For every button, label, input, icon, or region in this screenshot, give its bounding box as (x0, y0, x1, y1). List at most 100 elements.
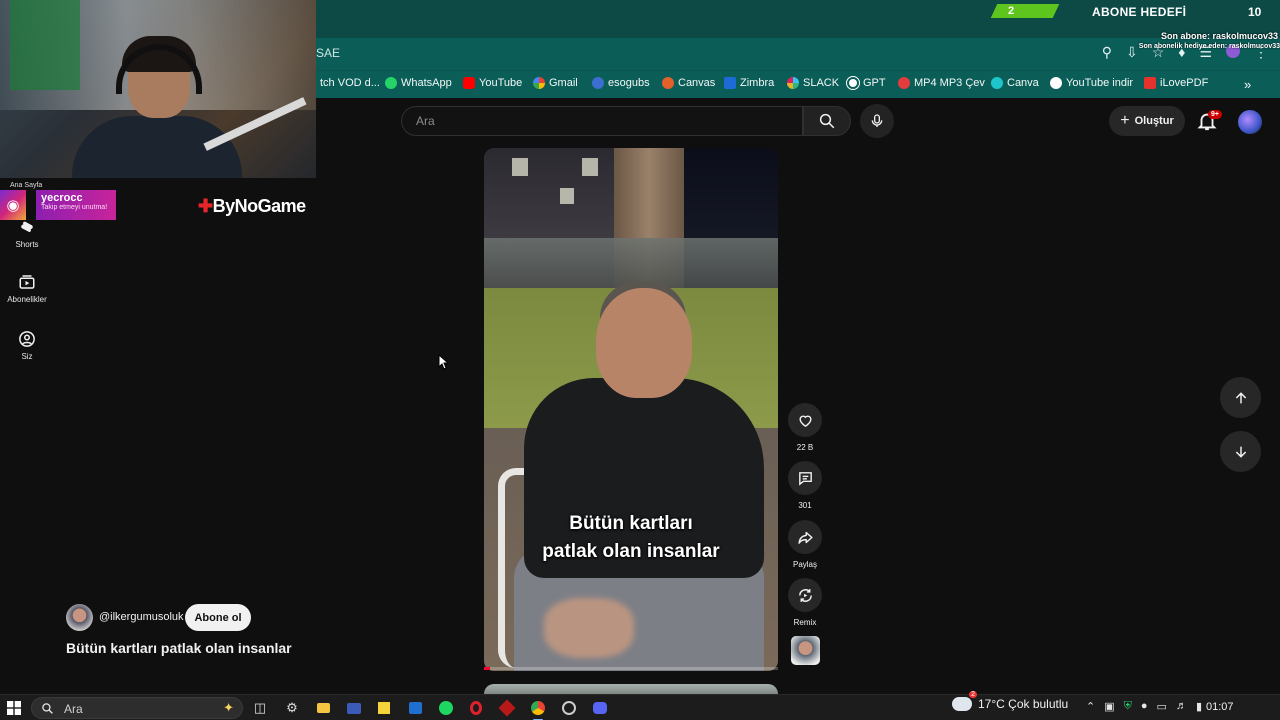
tray-overflow-icon[interactable]: ⌃ (1086, 700, 1095, 713)
subscriber-goal-widget: 2 ABONE HEDEFİ 10 (990, 4, 1280, 20)
video-window (512, 158, 528, 176)
video-window (582, 158, 598, 176)
sidebar-item-label: Shorts (15, 240, 39, 249)
clock-time[interactable]: 01:07 (1206, 701, 1234, 713)
video-progress-bar[interactable] (484, 667, 778, 670)
last-subscriber-text: Son abone: raskolmucov33 (1160, 31, 1278, 41)
bookmark-canva[interactable]: Canva (991, 77, 1039, 89)
bookmark-ilovepdf[interactable]: iLovePDF (1144, 77, 1208, 89)
volume-icon[interactable]: ♬ (1176, 700, 1187, 713)
file-explorer-icon[interactable] (314, 699, 332, 717)
last-gift-text: Son abonelik hediye eden: raskolmucov33 (1138, 43, 1280, 50)
settings-gear-icon[interactable]: ⚙ (283, 699, 301, 717)
bookmark-label: GPT (863, 77, 886, 89)
bookmark-twitch-vod[interactable]: tch VOD d... (316, 77, 380, 89)
search-input[interactable]: Ara (401, 106, 803, 136)
bookmark-youtube[interactable]: YouTube (463, 77, 522, 89)
comment-action[interactable]: 301 (787, 461, 823, 510)
search-button[interactable] (803, 106, 851, 136)
spotify-icon[interactable] (437, 699, 455, 717)
remix-action[interactable]: Remix (787, 578, 823, 627)
previous-short-button[interactable] (1220, 377, 1261, 418)
subscribe-button[interactable]: Abone ol (185, 604, 251, 631)
comment-button[interactable] (788, 461, 822, 495)
bookmark-label: Zimbra (740, 77, 775, 89)
bookmark-youtube-indir[interactable]: YouTube indir (1050, 77, 1133, 89)
search-icon (819, 113, 835, 129)
tray-app-icon[interactable]: ▣ (1104, 700, 1114, 713)
network-icon[interactable]: ▭ (1157, 700, 1167, 713)
plus-icon: + (1120, 112, 1130, 129)
whatsapp-icon (385, 77, 397, 89)
bookmark-slack[interactable]: SLACK (787, 77, 839, 89)
account-avatar[interactable] (1238, 110, 1262, 134)
bookmark-mp4-mp3[interactable]: MP4 MP3 Çev (898, 77, 985, 89)
windows-start-icon[interactable] (7, 701, 21, 715)
url-text[interactable]: SAE (316, 46, 340, 60)
remix-button[interactable] (788, 578, 822, 612)
battery-icon[interactable]: ▮ (1196, 700, 1202, 713)
opera-gx-icon[interactable] (467, 699, 485, 717)
sidebar-item-home-label[interactable]: Ana Sayfa (10, 182, 42, 189)
voice-search-button[interactable] (860, 104, 894, 138)
remix-label: Remix (793, 618, 817, 627)
discord-icon[interactable] (591, 699, 609, 717)
webcam-jersey (10, 0, 80, 90)
outlook-icon[interactable] (406, 699, 424, 717)
bookmark-label: esogubs (608, 77, 650, 89)
sticky-notes-icon[interactable] (375, 699, 393, 717)
ilovepdf-icon (1144, 77, 1156, 89)
bynogame-logo-icon: ✚ (198, 196, 213, 216)
bookmark-whatsapp[interactable]: WhatsApp (385, 77, 452, 89)
task-view-icon[interactable]: ◫ (251, 699, 269, 717)
video-caption: Bütün kartları patlak olan insanlar (484, 510, 778, 566)
video-caption-line: patlak olan insanlar (542, 541, 720, 562)
chrome-icon[interactable] (529, 699, 547, 720)
sidebar-item-shorts[interactable]: Shorts (0, 218, 54, 249)
bookmark-zimbra[interactable]: Zimbra (724, 77, 774, 89)
shorts-video-player[interactable]: Bütün kartları patlak olan insanlar (484, 148, 778, 671)
share-icon (797, 531, 813, 544)
game-app-icon[interactable] (498, 699, 516, 717)
channel-avatar[interactable] (66, 604, 93, 631)
slack-icon (787, 77, 799, 89)
security-shield-icon[interactable]: ⛨ (1124, 700, 1132, 713)
sidebar-item-label: Abonelikler (7, 295, 47, 304)
video-railing (484, 238, 778, 288)
streamer-body (72, 116, 242, 178)
sidebar-item-subscriptions[interactable]: Abonelikler (0, 273, 54, 304)
microphone-icon[interactable]: ● (1141, 700, 1148, 713)
bookmark-gmail[interactable]: Gmail (533, 77, 578, 89)
bookmark-label: SLACK (803, 77, 840, 89)
short-title: Bütün kartları patlak olan insanlar (66, 640, 292, 656)
heart-icon (798, 415, 812, 427)
create-label: Oluştur (1134, 115, 1174, 127)
bookmarks-overflow-icon[interactable]: » (1244, 77, 1251, 92)
like-count: 22 B (796, 443, 814, 452)
bookmark-label: Canva (1007, 77, 1039, 89)
like-button[interactable] (788, 403, 822, 437)
monitor-app-icon[interactable] (345, 699, 363, 717)
openai-icon (846, 76, 860, 90)
share-button[interactable] (788, 520, 822, 554)
obs-icon[interactable] (560, 699, 578, 717)
zoom-icon[interactable]: ⚲ (1102, 44, 1112, 61)
bookmark-gpt[interactable]: GPT (846, 76, 886, 90)
sidebar-item-you[interactable]: Siz (0, 330, 54, 361)
channel-handle[interactable]: @ilkergumusoluk (99, 611, 184, 623)
share-action[interactable]: Paylaş (787, 520, 823, 569)
bookmark-label: iLovePDF (1160, 77, 1209, 89)
instagram-tagline: Takip etmeyi unutma! (41, 204, 108, 211)
bookmark-canvas[interactable]: Canvas (662, 77, 715, 89)
bookmark-esogubs[interactable]: esogubs (592, 77, 650, 89)
subscriber-goal-bar (990, 4, 1060, 18)
create-button[interactable]: + Oluştur (1109, 106, 1185, 136)
video-progress-fill (484, 667, 490, 670)
channel-avatar-thumbnail[interactable] (791, 636, 820, 665)
next-short-button[interactable] (1220, 431, 1261, 472)
taskbar-search-input[interactable]: Ara ✦ (31, 697, 243, 719)
bookmark-label: YouTube indir (1066, 77, 1134, 89)
install-app-icon[interactable]: ⇩ (1126, 44, 1138, 61)
weather-widget[interactable]: 2 17°C Çok bulutlu (952, 691, 1068, 711)
like-action[interactable]: 22 B (787, 403, 823, 452)
